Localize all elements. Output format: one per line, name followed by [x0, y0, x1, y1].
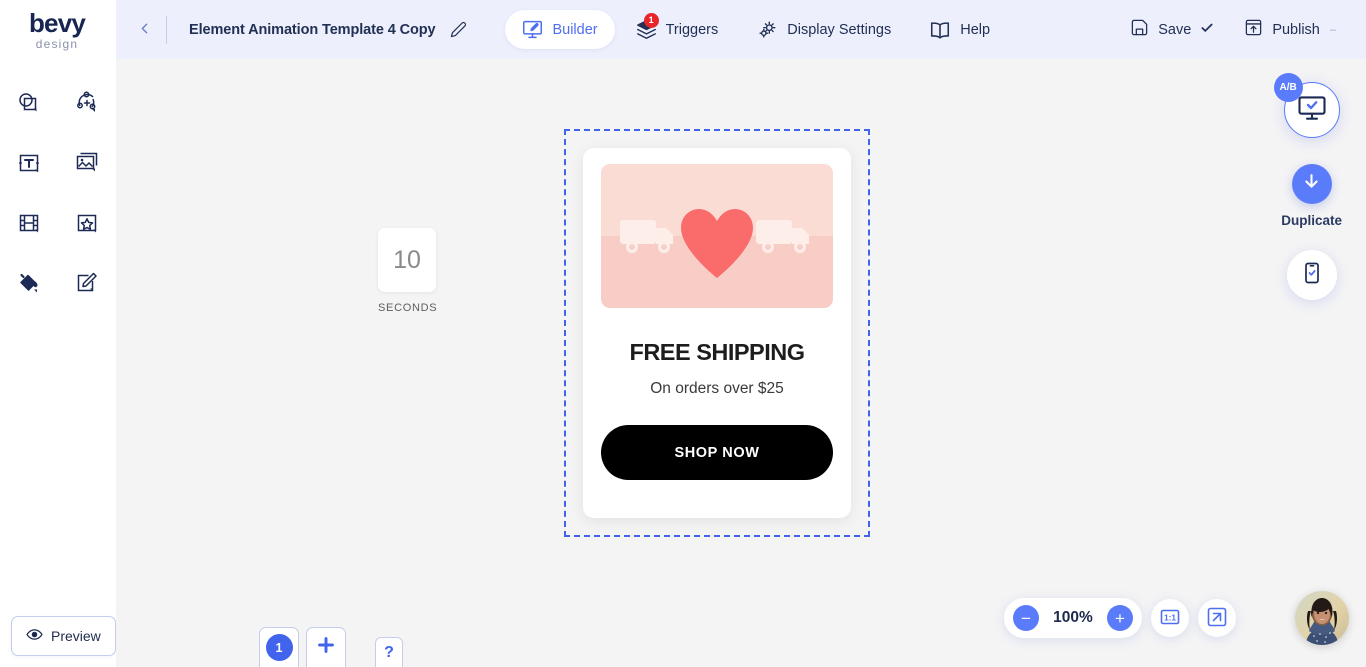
shop-now-button[interactable]: SHOP NOW: [601, 425, 833, 480]
tool-add-node[interactable]: [58, 78, 116, 128]
publish-button[interactable]: Publish –: [1232, 10, 1348, 49]
pages-bar: 1 ?: [259, 627, 403, 667]
user-avatar[interactable]: [1295, 591, 1349, 645]
save-button[interactable]: Save: [1118, 10, 1226, 49]
gears-icon: [756, 19, 778, 41]
tool-text[interactable]: [0, 138, 58, 188]
video-icon: [15, 209, 43, 237]
zoom-level-value: 100%: [1053, 609, 1093, 626]
selection-frame[interactable]: FREE SHIPPING On orders over $25 SHOP NO…: [564, 129, 870, 537]
monitor-pencil-icon: [522, 19, 543, 40]
pencil-icon[interactable]: [447, 19, 469, 41]
nav-tabs: Builder 1 Triggers Display Settings Help: [505, 10, 1007, 50]
timer-value: 10: [378, 228, 436, 292]
mobile-view-button[interactable]: [1286, 250, 1337, 300]
actual-size-button[interactable]: 1:1: [1151, 599, 1189, 637]
text-icon: [15, 149, 43, 177]
tab-builder[interactable]: Builder: [505, 10, 615, 49]
save-label: Save: [1158, 21, 1192, 38]
left-toolbar: Preview: [0, 60, 116, 667]
dash-icon: –: [1329, 23, 1336, 36]
add-page-button[interactable]: [306, 627, 346, 667]
document-title[interactable]: Element Animation Template 4 Copy: [189, 22, 436, 38]
mobile-check-icon: [1300, 261, 1324, 290]
image-icon: [73, 149, 101, 177]
promo-card[interactable]: FREE SHIPPING On orders over $25 SHOP NO…: [583, 148, 851, 518]
floppy-disk-icon: [1130, 18, 1149, 41]
header-divider: [166, 15, 167, 44]
countdown-timer-widget[interactable]: 10 SECONDS: [378, 228, 438, 314]
page-thumbnail-1[interactable]: 1: [259, 627, 299, 667]
chevron-left-icon: [136, 20, 153, 40]
top-bar-actions: Save Publish –: [1118, 10, 1366, 49]
eye-icon: [26, 626, 43, 646]
triggers-badge: 1: [643, 13, 659, 28]
tab-triggers[interactable]: 1 Triggers: [619, 10, 736, 49]
brand-tagline: design: [35, 37, 79, 51]
star-icon: [73, 209, 101, 237]
heart-and-trucks-graphic[interactable]: [601, 164, 833, 308]
tool-paint-bucket[interactable]: [0, 258, 58, 308]
tool-video[interactable]: [0, 198, 58, 248]
brand-logo[interactable]: bevy design: [0, 0, 116, 60]
tool-image[interactable]: [58, 138, 116, 188]
brand-name: bevy: [28, 8, 86, 38]
back-button[interactable]: [124, 10, 164, 50]
paint-bucket-icon: [15, 269, 43, 297]
preview-container: Preview: [11, 616, 116, 656]
one-to-one-icon: 1:1: [1158, 605, 1182, 632]
timer-unit-label: SECONDS: [378, 302, 438, 314]
tab-help-label: Help: [960, 21, 991, 38]
duplicate-button[interactable]: [1291, 164, 1332, 204]
canvas-area[interactable]: 10 SECONDS FREE SHIPPING On orders over …: [116, 60, 1366, 667]
tab-help[interactable]: Help: [912, 10, 1007, 50]
promo-subtitle: On orders over $25: [650, 380, 784, 397]
tool-shapes[interactable]: [0, 78, 58, 128]
page-number: 1: [265, 634, 293, 661]
help-button[interactable]: ?: [375, 637, 403, 667]
zoom-pill: − 100% +: [1004, 598, 1142, 638]
device-rail: A/B Duplicate: [1273, 73, 1342, 300]
zoom-controls: − 100% + 1:1: [1004, 598, 1236, 638]
desktop-view-button[interactable]: A/B: [1273, 73, 1340, 138]
top-bar: Element Animation Template 4 Copy Builde…: [116, 0, 1366, 59]
duplicate-label: Duplicate: [1281, 213, 1342, 228]
tool-draw-edit[interactable]: [58, 258, 116, 308]
zoom-out-button[interactable]: −: [1013, 605, 1039, 631]
tool-grid: [0, 60, 116, 308]
plus-icon: [315, 634, 337, 661]
monitor-check-icon: [1297, 93, 1327, 128]
publish-label: Publish: [1272, 21, 1320, 38]
draw-edit-icon: [73, 269, 101, 297]
fit-to-screen-button[interactable]: [1198, 599, 1236, 637]
preview-label: Preview: [51, 628, 101, 644]
tab-display-settings[interactable]: Display Settings: [739, 10, 908, 50]
preview-button[interactable]: Preview: [11, 616, 116, 656]
layers-icon: 1: [636, 13, 659, 40]
tab-builder-label: Builder: [552, 21, 598, 38]
arrow-down-circle-icon: [1302, 172, 1321, 196]
tab-triggers-label: Triggers: [665, 21, 719, 38]
promo-title: FREE SHIPPING: [629, 339, 805, 365]
expand-arrow-icon: [1205, 605, 1229, 632]
shapes-icon: [15, 89, 43, 117]
svg-text:1:1: 1:1: [1164, 612, 1176, 622]
check-icon: [1200, 21, 1214, 39]
zoom-in-button[interactable]: +: [1107, 605, 1133, 631]
add-node-icon: [73, 89, 101, 117]
tab-display-settings-label: Display Settings: [787, 21, 892, 38]
ab-test-badge[interactable]: A/B: [1273, 73, 1303, 102]
duplicate-block: Duplicate: [1281, 164, 1342, 228]
publish-up-icon: [1244, 18, 1263, 41]
book-icon: [929, 19, 951, 41]
tool-star[interactable]: [58, 198, 116, 248]
